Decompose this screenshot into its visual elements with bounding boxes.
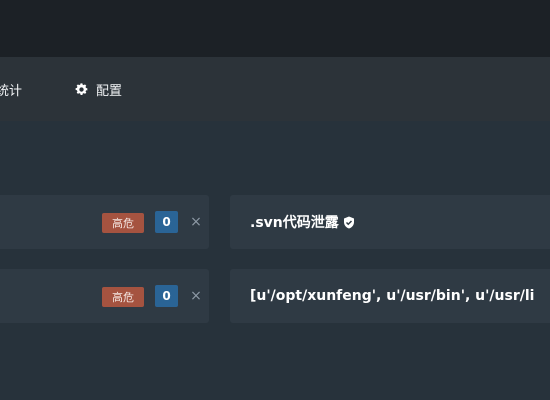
plugin-title: [u'/opt/xunfeng', u'/usr/bin', u'/usr/li (250, 269, 534, 323)
plugin-title: .svn代码泄露 (250, 195, 355, 249)
count-badge: 0 (155, 211, 178, 233)
shield-check-icon (343, 216, 355, 229)
close-icon[interactable]: × (189, 211, 203, 233)
main-navbar: 统计 配置 (0, 57, 550, 121)
risk-level-badge: 高危 (102, 213, 144, 233)
close-icon[interactable]: × (189, 285, 203, 307)
plugin-row-left: 高危 0 × (0, 269, 209, 323)
top-header-bar (0, 0, 550, 57)
risk-level-badge: 高危 (102, 287, 144, 307)
nav-config-label: 配置 (96, 83, 123, 99)
plugin-row-right[interactable]: .svn代码泄露 (230, 195, 550, 249)
nav-stats-label: 统计 (0, 83, 23, 99)
count-badge: 0 (155, 285, 178, 307)
nav-item-stats[interactable]: 统计 (0, 57, 22, 121)
plugin-title-text: [u'/opt/xunfeng', u'/usr/bin', u'/usr/li (250, 288, 535, 304)
gear-icon (74, 82, 89, 97)
plugin-row-left: 高危 0 × (0, 195, 209, 249)
nav-item-config[interactable]: 配置 (74, 57, 122, 121)
plugin-title-text: .svn代码泄露 (250, 215, 339, 231)
plugin-row-right[interactable]: [u'/opt/xunfeng', u'/usr/bin', u'/usr/li (230, 269, 550, 323)
